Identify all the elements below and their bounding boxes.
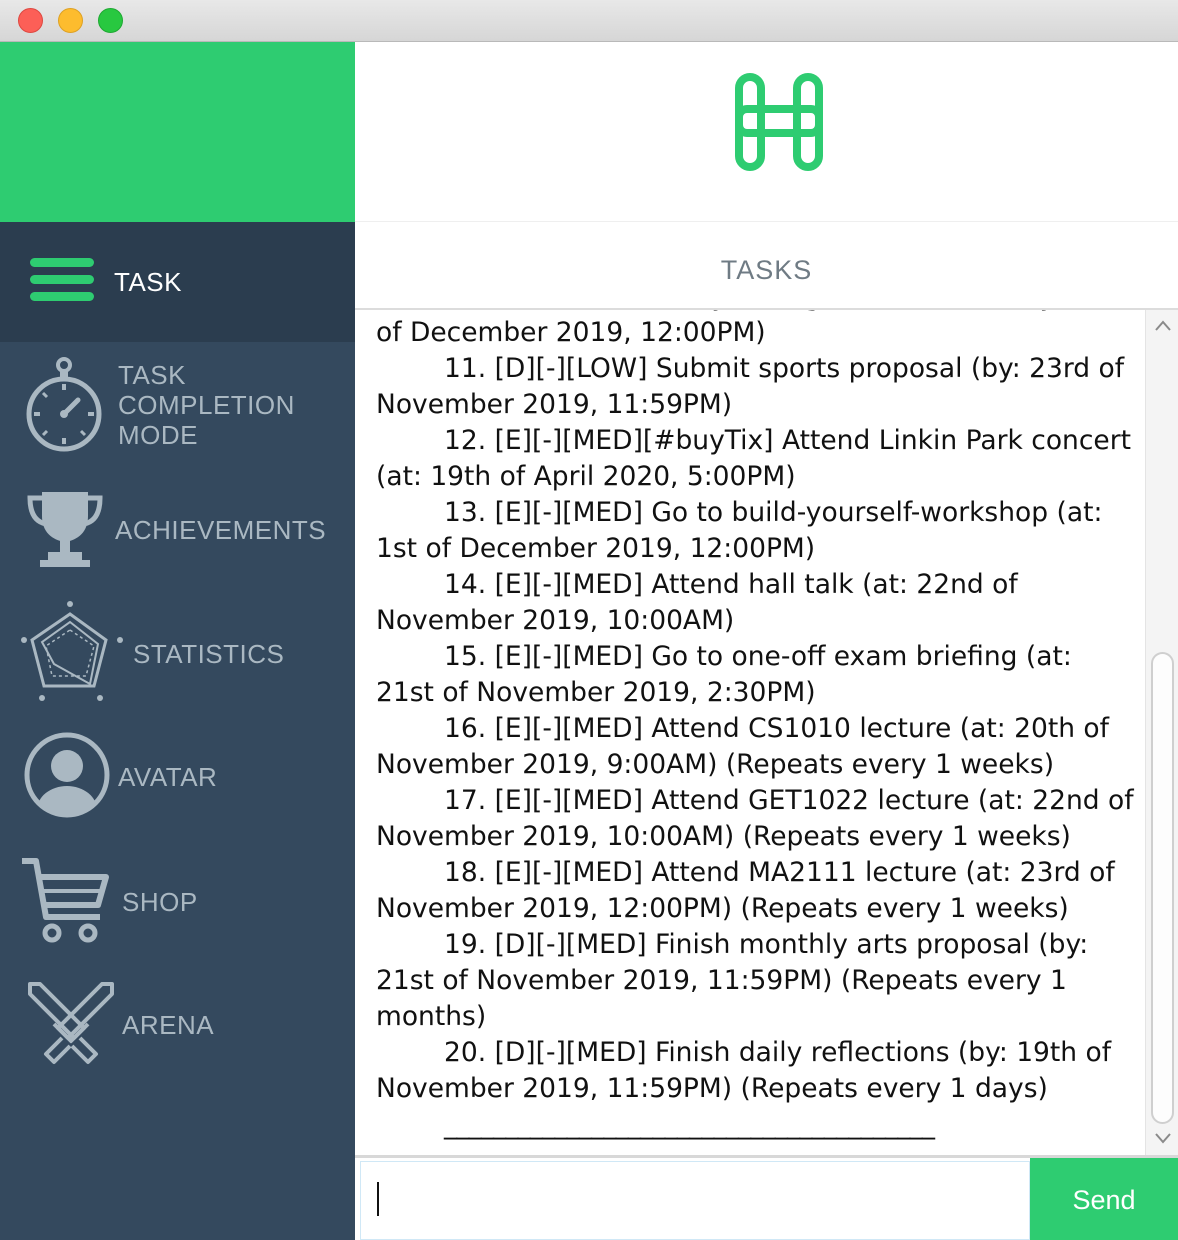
sidebar-item-label-line: MODE bbox=[118, 420, 198, 450]
sidebar-item-label: ARENA bbox=[122, 1010, 215, 1040]
output-line: 19. [D][-][MED] Finish monthly arts prop… bbox=[376, 929, 1089, 1032]
sidebar-item-label: ACHIEVEMENTS bbox=[115, 515, 327, 545]
output-line: 12. [E][-][MED][#buyTix] Attend Linkin P… bbox=[376, 425, 1132, 492]
trophy-icon bbox=[27, 492, 103, 567]
output-line: 10. [T][-][MED] Study for algorithms exa… bbox=[376, 310, 1112, 348]
task-output-panel[interactable]: 10. [T][-][MED] Study for algorithms exa… bbox=[357, 310, 1145, 1155]
sidebar-item-task[interactable]: TASK bbox=[0, 222, 355, 342]
vertical-scrollbar[interactable] bbox=[1145, 310, 1178, 1155]
user-icon bbox=[24, 732, 110, 818]
output-line: 11. [D][-][LOW] Submit sports proposal (… bbox=[376, 353, 1125, 420]
command-input[interactable] bbox=[360, 1161, 1030, 1240]
radar-chart-icon bbox=[21, 601, 123, 701]
text-caret bbox=[377, 1182, 379, 1216]
sidebar-item-task-completion-mode[interactable]: TASK COMPLETION MODE bbox=[0, 342, 355, 467]
scrollbar-thumb[interactable] bbox=[1151, 652, 1174, 1124]
sidebar-item-statistics[interactable]: STATISTICS bbox=[0, 592, 355, 712]
sidebar-item-shop[interactable]: SHOP bbox=[0, 847, 355, 957]
scroll-up-icon[interactable] bbox=[1153, 316, 1173, 336]
sidebar-banner bbox=[0, 42, 355, 222]
main-panel: TASKS 10. [T][-][MED] Study for algorith… bbox=[355, 42, 1178, 1240]
output-divider: ________________________________________ bbox=[444, 1109, 935, 1140]
output-line: 18. [E][-][MED] Attend MA2111 lecture (a… bbox=[376, 857, 1115, 924]
logo-area bbox=[355, 42, 1178, 222]
sidebar-item-avatar[interactable]: AVATAR bbox=[0, 722, 355, 832]
output-line: 15. [E][-][MED] Go to one-off exam brief… bbox=[376, 641, 1072, 708]
sidebar-item-label-line: TASK bbox=[118, 360, 186, 390]
close-window-button[interactable] bbox=[18, 8, 43, 33]
send-button[interactable]: Send bbox=[1030, 1158, 1178, 1240]
sidebar: TASK TASK COMPLETION MODE ACHIEVEMENTS S… bbox=[0, 42, 355, 1240]
output-line: 13. [E][-][MED] Go to build-yourself-wor… bbox=[376, 497, 1103, 564]
output-line: 14. [E][-][MED] Attend hall talk (at: 22… bbox=[376, 569, 1018, 636]
page-title: TASKS bbox=[720, 255, 813, 285]
sidebar-item-label: TASK bbox=[114, 267, 182, 297]
sidebar-item-label: AVATAR bbox=[118, 762, 218, 792]
hamburger-icon bbox=[30, 258, 94, 301]
stopwatch-icon bbox=[26, 357, 102, 452]
output-line: 16. [E][-][MED] Attend CS1010 lecture (a… bbox=[376, 713, 1109, 780]
sidebar-item-achievements[interactable]: ACHIEVEMENTS bbox=[0, 472, 355, 587]
sidebar-item-label-line: COMPLETION bbox=[118, 390, 295, 420]
window-title-bar bbox=[0, 0, 1178, 42]
sidebar-item-label: SHOP bbox=[122, 887, 198, 917]
output-line: 17. [E][-][MED] Attend GET1022 lecture (… bbox=[376, 785, 1134, 852]
cart-icon bbox=[22, 858, 109, 943]
sidebar-item-label: STATISTICS bbox=[133, 639, 285, 669]
sidebar-item-arena[interactable]: ARENA bbox=[0, 972, 355, 1082]
tasks-header: TASKS bbox=[355, 222, 1178, 310]
output-line: 20. [D][-][MED] Finish daily reflections… bbox=[376, 1037, 1112, 1104]
scroll-down-icon[interactable] bbox=[1153, 1128, 1173, 1148]
zoom-window-button[interactable] bbox=[98, 8, 123, 33]
minimize-window-button[interactable] bbox=[58, 8, 83, 33]
crossed-swords-icon bbox=[28, 982, 114, 1064]
command-input-bar: Send bbox=[355, 1155, 1178, 1240]
task-output-text: 10. [T][-][MED] Study for algorithms exa… bbox=[376, 310, 1138, 1143]
h-logo-icon bbox=[735, 73, 823, 171]
sidebar-item-label: TASK COMPLETION MODE bbox=[118, 360, 295, 450]
